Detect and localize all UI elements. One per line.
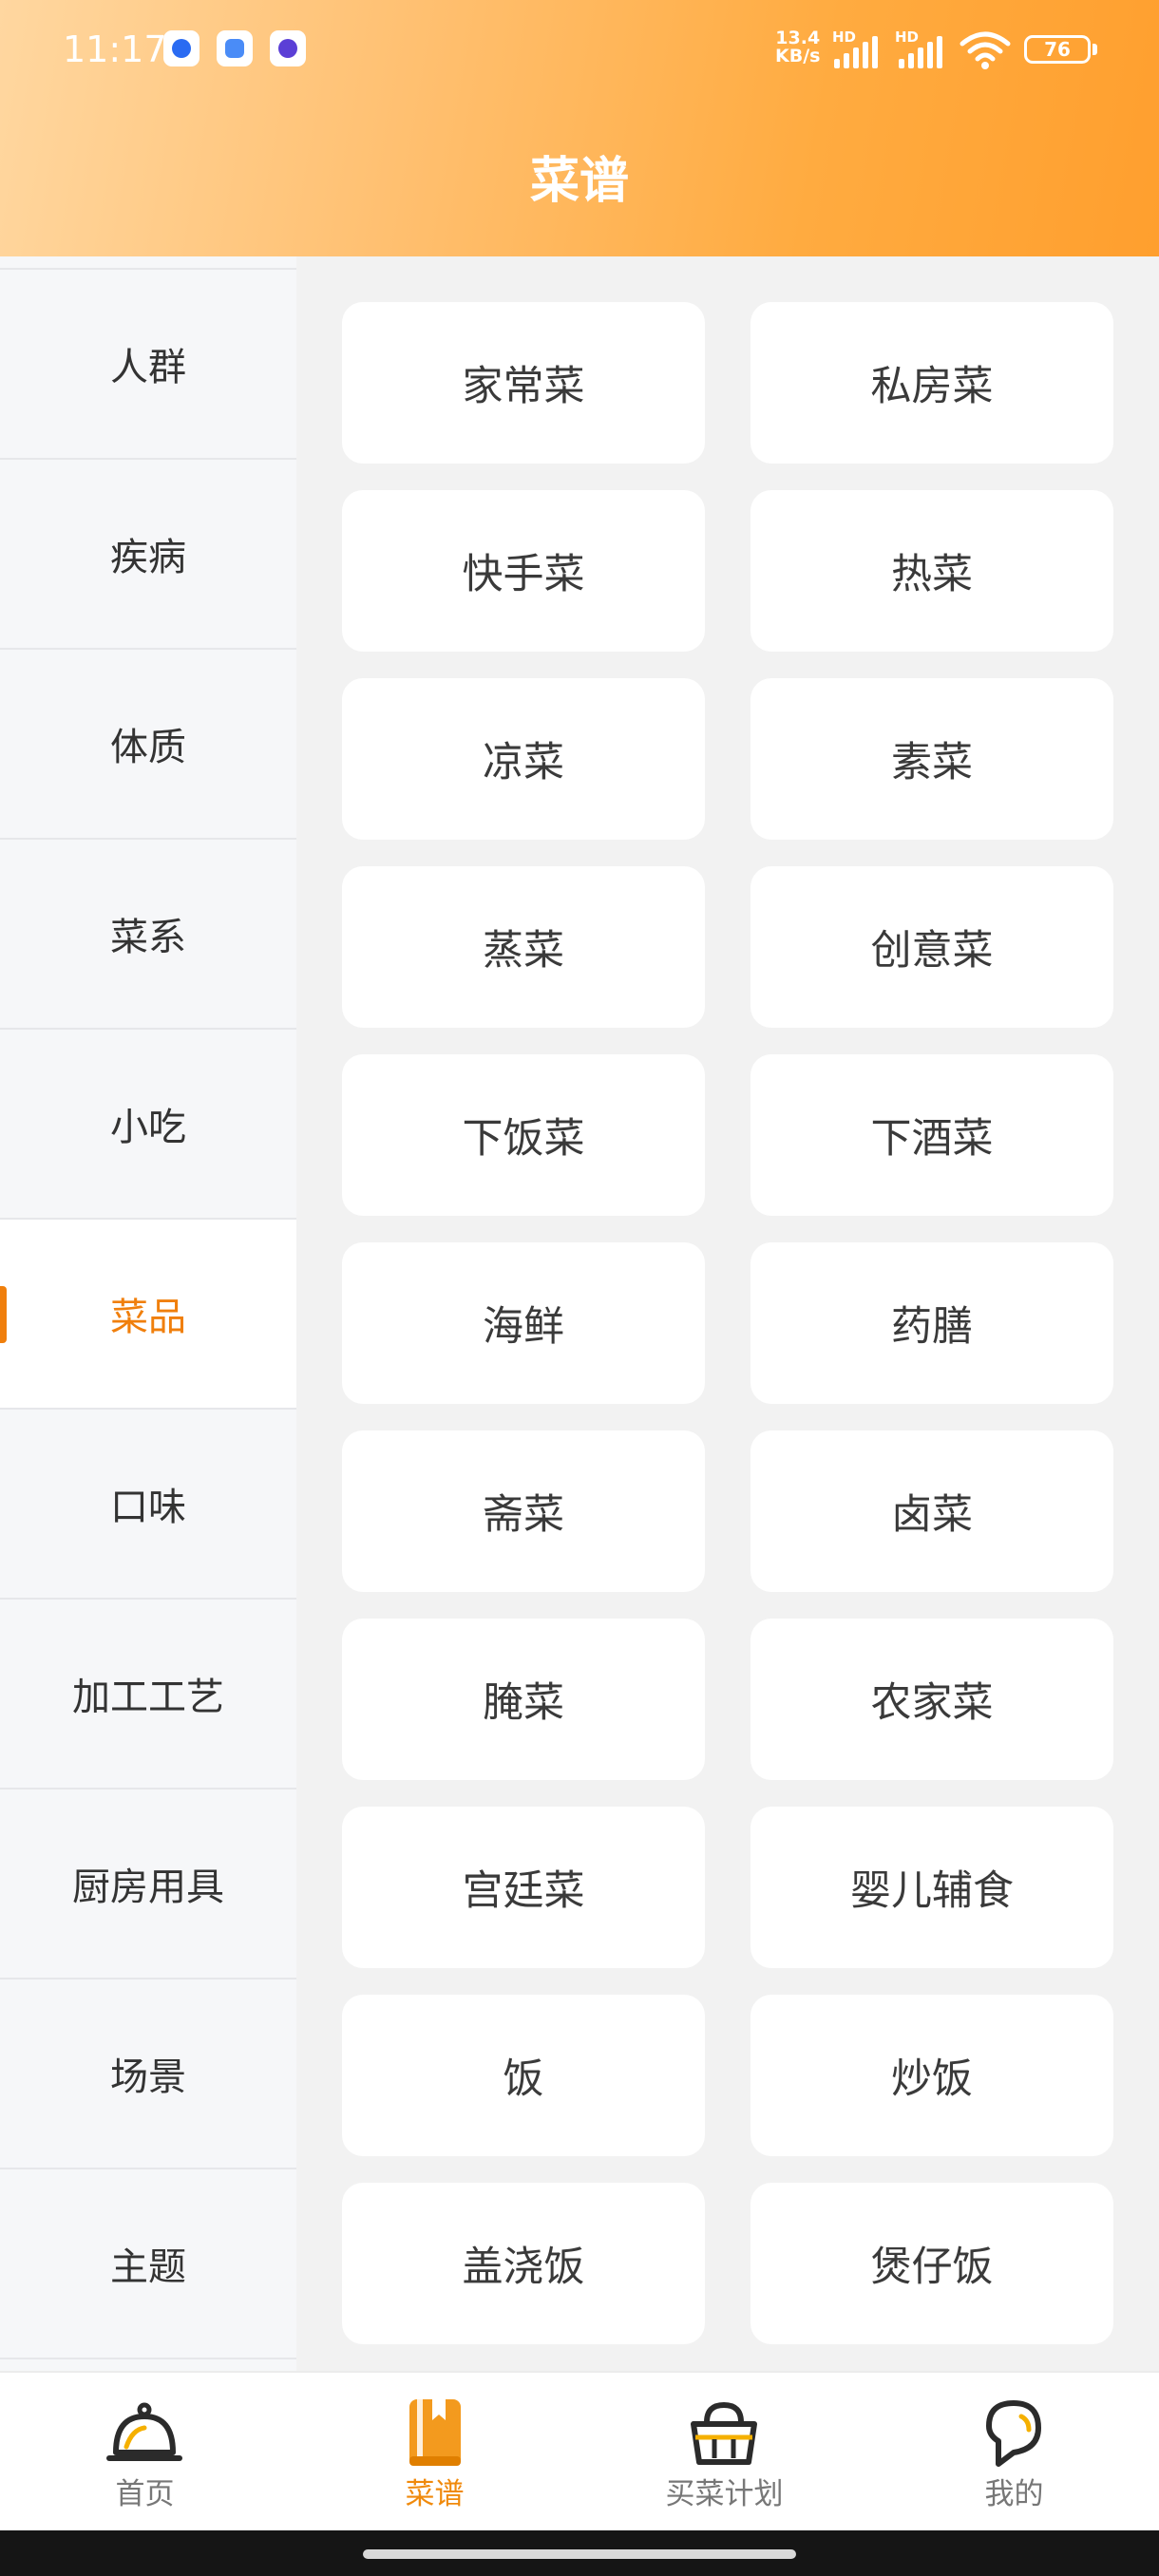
category-card[interactable]: 快手菜: [342, 490, 705, 652]
system-nav-bar: [0, 2530, 1159, 2576]
signal-bars-1-icon: [834, 36, 882, 68]
cloche-icon: [106, 2402, 182, 2461]
sidebar-item-constitution[interactable]: 体质: [0, 650, 296, 840]
category-grid: 家常菜 私房菜 快手菜 热菜 凉菜 素菜 蒸菜 创意菜 下饭菜 下酒菜 海鲜 药…: [296, 256, 1159, 2371]
category-card[interactable]: 素菜: [750, 678, 1113, 840]
category-card[interactable]: 私房菜: [750, 302, 1113, 464]
recipe-book-icon: [409, 2399, 461, 2466]
status-time: 11:17: [63, 28, 167, 70]
category-card[interactable]: 家常菜: [342, 302, 705, 464]
category-card[interactable]: 宫廷菜: [342, 1807, 705, 1968]
sidebar-item-kitchenware[interactable]: 厨房用具: [0, 1790, 296, 1979]
category-card[interactable]: 热菜: [750, 490, 1113, 652]
category-card[interactable]: 蒸菜: [342, 866, 705, 1028]
category-card[interactable]: 凉菜: [342, 678, 705, 840]
sidebar-item-scene[interactable]: 场景: [0, 1979, 296, 2169]
bottom-tab-bar: 首页 菜谱 买菜计划 我的: [0, 2371, 1159, 2532]
category-card[interactable]: 创意菜: [750, 866, 1113, 1028]
tab-recipes[interactable]: 菜谱: [290, 2373, 580, 2532]
sidebar-item-cuisine[interactable]: 菜系: [0, 840, 296, 1030]
net-speed: 13.4 KB/s: [775, 29, 820, 66]
wifi-icon: [960, 31, 1011, 69]
sidebar-item-flavor[interactable]: 口味: [0, 1410, 296, 1600]
category-card[interactable]: 海鲜: [342, 1242, 705, 1404]
net-speed-unit: KB/s: [775, 46, 821, 66]
sidebar-item-theme[interactable]: 主题: [0, 2169, 296, 2359]
gesture-handle[interactable]: [363, 2549, 796, 2559]
sidebar-item-dishes[interactable]: 菜品: [0, 1220, 296, 1410]
app-icon-purple: [270, 30, 306, 66]
category-card[interactable]: 药膳: [750, 1242, 1113, 1404]
header: 11:17 13.4 KB/s HD HD 76 菜谱: [0, 0, 1159, 256]
category-card[interactable]: 饭: [342, 1995, 705, 2156]
sidebar-item-disease[interactable]: 疾病: [0, 460, 296, 650]
tab-shopping-plan[interactable]: 买菜计划: [580, 2373, 869, 2532]
category-card[interactable]: 下酒菜: [750, 1054, 1113, 1216]
signal-bars-2-icon: [899, 36, 946, 68]
basket-icon: [691, 2401, 757, 2465]
category-card[interactable]: 盖浇饭: [342, 2183, 705, 2344]
tab-home-label: 首页: [115, 2477, 175, 2511]
tab-recipes-label: 菜谱: [405, 2477, 465, 2511]
category-card[interactable]: 卤菜: [750, 1430, 1113, 1592]
category-sidebar: 人群 疾病 体质 菜系 小吃 菜品 口味 加工工艺 厨房用具 场景 主题: [0, 256, 296, 2371]
app-icon-cloud: [217, 30, 253, 66]
tab-shopping-plan-label: 买菜计划: [665, 2477, 784, 2511]
category-card[interactable]: 农家菜: [750, 1619, 1113, 1780]
tab-profile-label: 我的: [984, 2477, 1044, 2511]
page-title: 菜谱: [529, 153, 629, 210]
category-card[interactable]: 婴儿辅食: [750, 1807, 1113, 1968]
sidebar-item-crowd[interactable]: 人群: [0, 270, 296, 460]
app-icon-blue: [163, 30, 200, 66]
tab-home[interactable]: 首页: [0, 2373, 290, 2532]
sidebar-item-processing[interactable]: 加工工艺: [0, 1600, 296, 1790]
category-card[interactable]: 腌菜: [342, 1619, 705, 1780]
category-card[interactable]: 下饭菜: [342, 1054, 705, 1216]
category-card[interactable]: 斋菜: [342, 1430, 705, 1592]
category-card[interactable]: 煲仔饭: [750, 2183, 1113, 2344]
tab-profile[interactable]: 我的: [869, 2373, 1159, 2532]
profile-icon: [986, 2400, 1041, 2467]
sidebar-item-snacks[interactable]: 小吃: [0, 1030, 296, 1220]
battery-tip: [1092, 44, 1097, 55]
category-card[interactable]: 炒饭: [750, 1995, 1113, 2156]
battery-icon: 76: [1024, 35, 1091, 64]
status-bar: 11:17 13.4 KB/s HD HD 76: [0, 0, 1159, 104]
